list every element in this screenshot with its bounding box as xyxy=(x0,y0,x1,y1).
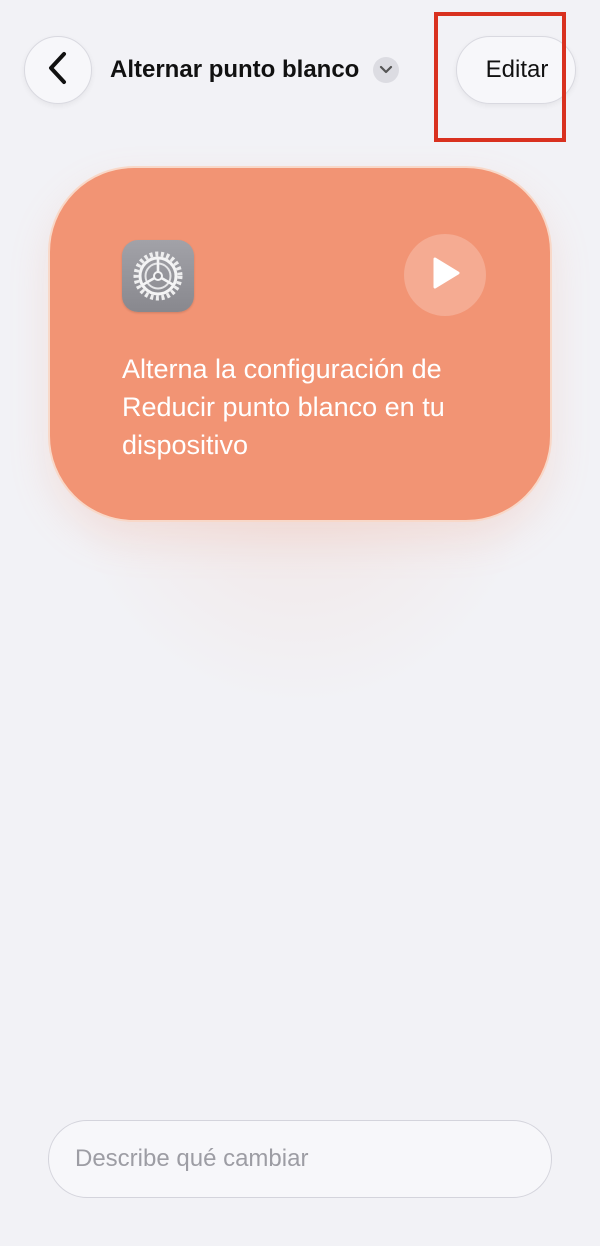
shortcut-card[interactable]: Alterna la configuración de Reducir punt… xyxy=(48,166,552,522)
play-icon xyxy=(428,255,462,296)
title-menu[interactable]: Alternar punto blanco xyxy=(110,52,400,88)
shortcut-description: Alterna la configuración de Reducir punt… xyxy=(122,354,445,460)
page-title: Alternar punto blanco xyxy=(110,56,360,83)
play-button[interactable] xyxy=(404,234,486,316)
back-button[interactable] xyxy=(24,36,92,104)
chevron-down-icon xyxy=(373,57,400,83)
chevron-left-icon xyxy=(47,51,69,90)
settings-gear-icon xyxy=(122,240,194,312)
describe-change-input[interactable] xyxy=(48,1120,552,1198)
edit-button[interactable]: Editar xyxy=(456,36,576,104)
